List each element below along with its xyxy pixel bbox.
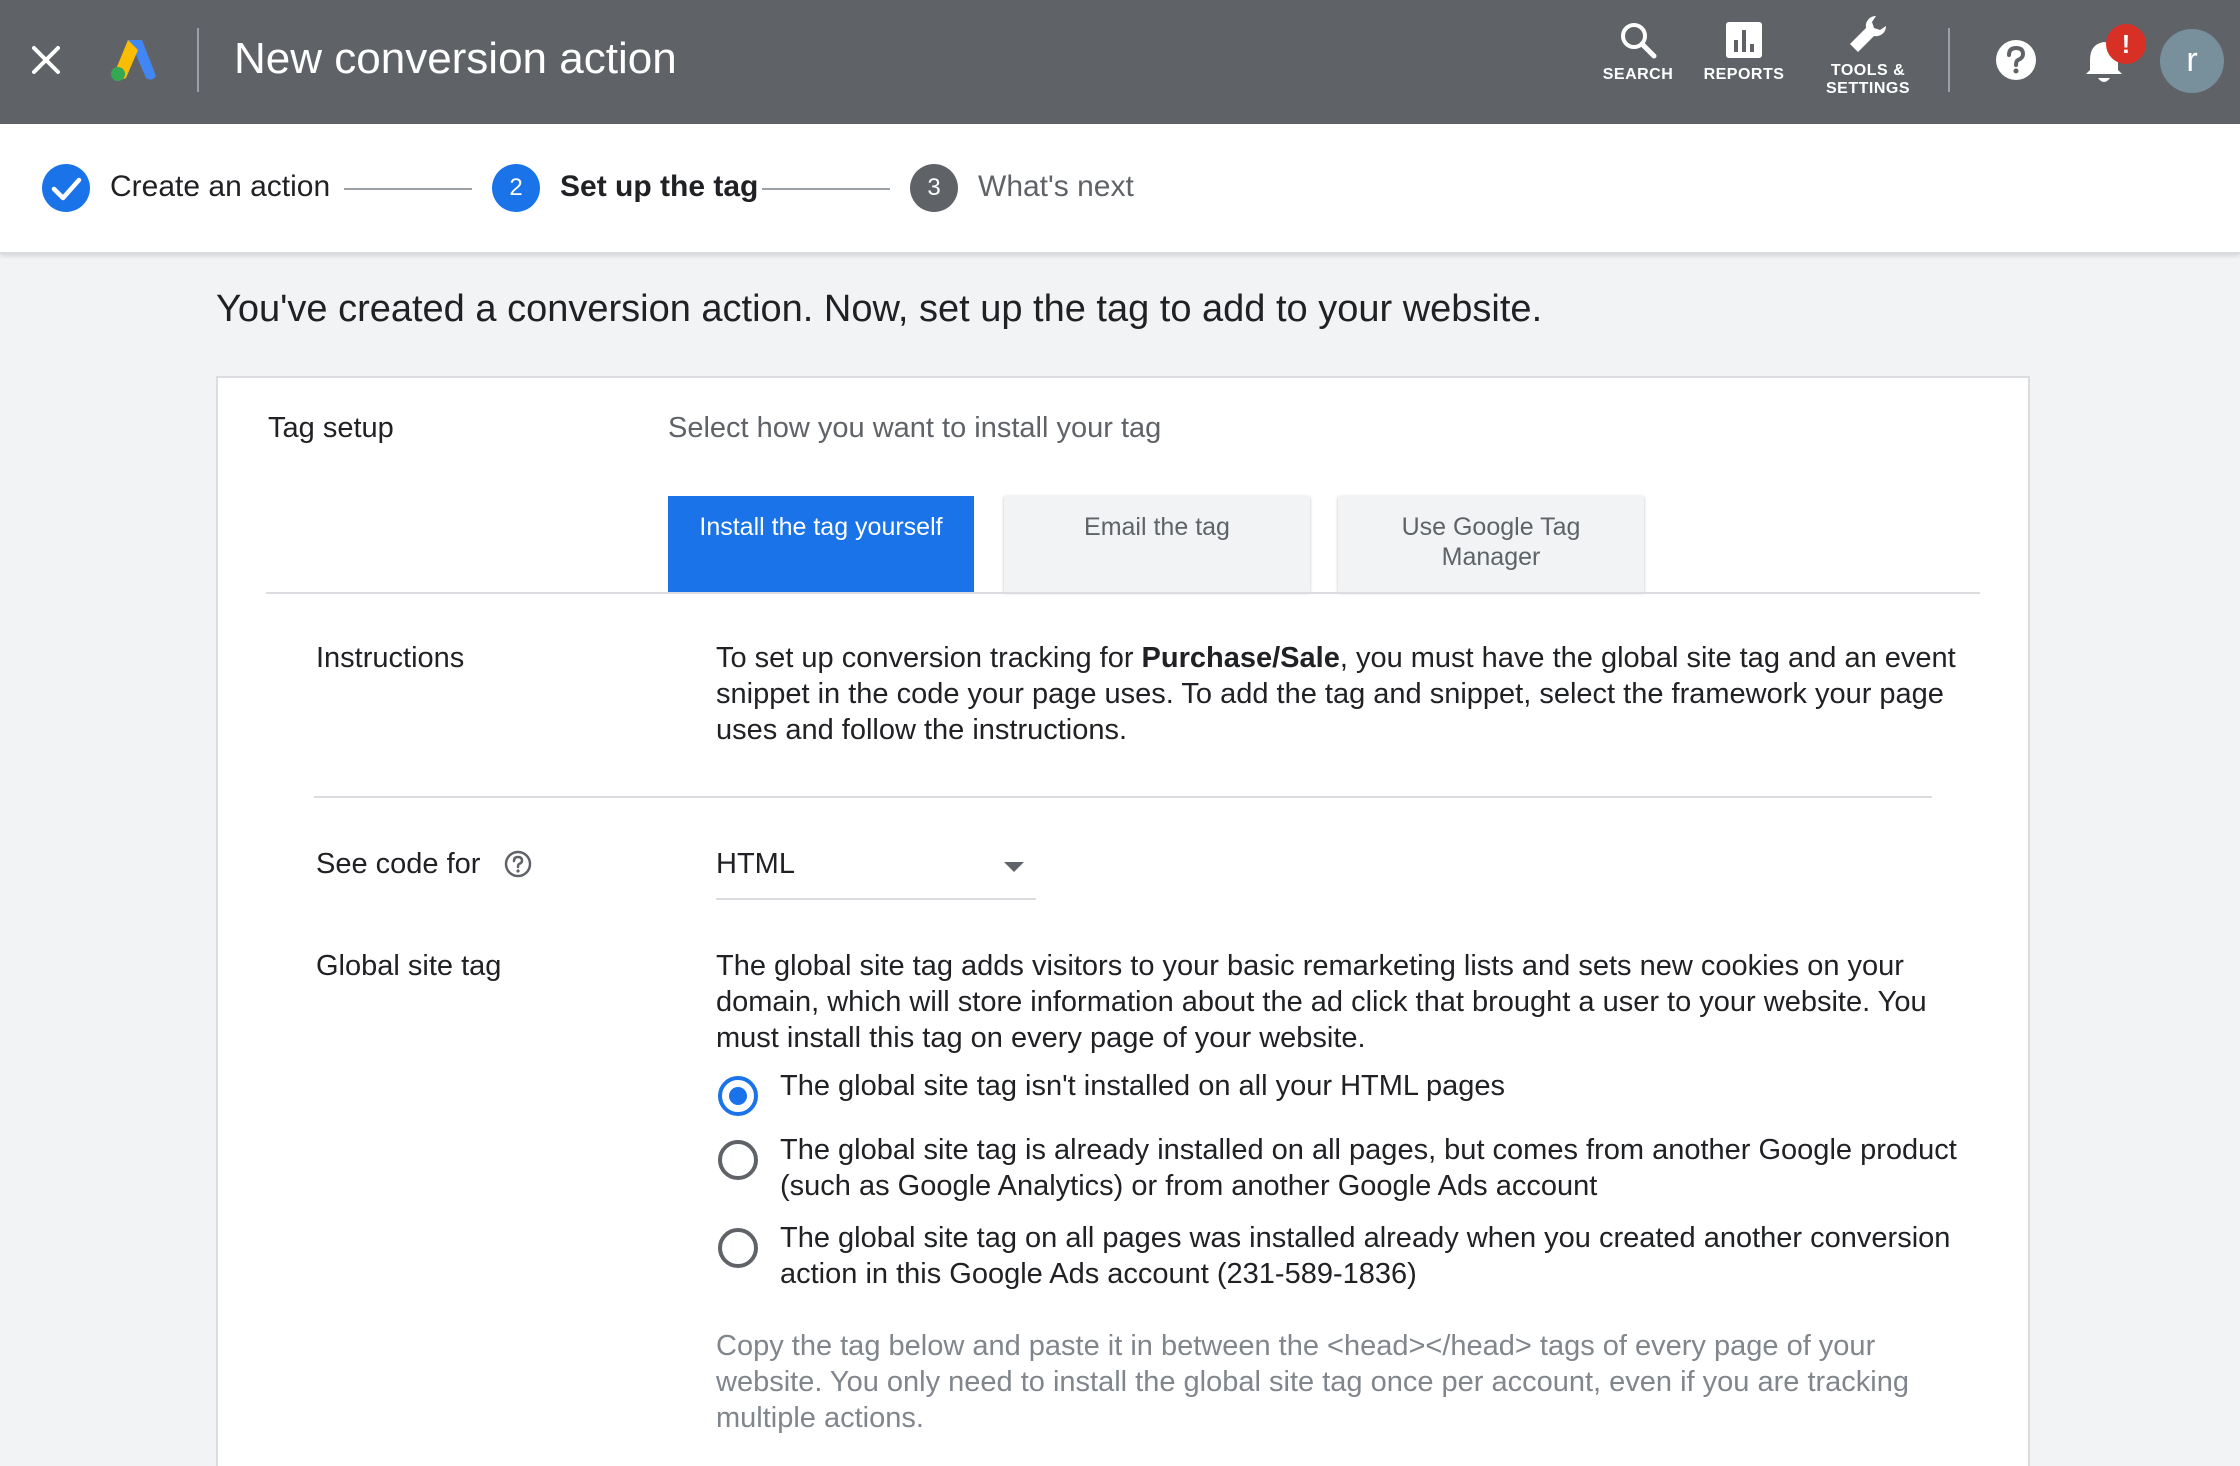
bar-chart-icon	[1726, 22, 1762, 58]
instructions-divider	[314, 796, 1932, 798]
tab-install-yourself[interactable]: Install the tag yourself	[668, 496, 974, 592]
tab-email-tag[interactable]: Email the tag	[1004, 496, 1310, 592]
framework-select[interactable]: HTML	[716, 840, 1036, 900]
check-icon	[51, 177, 82, 201]
dropdown-arrow-icon	[1004, 862, 1024, 872]
tab-gtm-label-line1: Use Google Tag	[1401, 513, 1581, 541]
step-3-label: What's next	[978, 170, 1134, 203]
instructions-text: To set up conversion tracking for Purcha…	[716, 642, 1956, 746]
tab-gtm-label-line2: Manager	[1441, 543, 1541, 571]
main-heading: You've created a conversion action. Now,…	[216, 288, 1543, 330]
search-button[interactable]: SEARCH	[1598, 20, 1678, 84]
conversion-action-name: Purchase/Sale	[1141, 642, 1340, 674]
tab-email-tag-label: Email the tag	[1084, 513, 1230, 541]
avatar[interactable]: r	[2160, 29, 2224, 93]
tag-setup-hint: Select how you want to install your tag	[668, 412, 1162, 444]
step-2-number: 2	[492, 164, 540, 212]
framework-select-value: HTML	[716, 848, 795, 880]
wrench-icon	[1850, 15, 1887, 52]
global-site-tag-description: The global site tag adds visitors to you…	[716, 950, 1927, 1054]
stepper: Create an action 2 Set up the tag 3 What…	[0, 124, 2240, 254]
step-connector-1	[344, 188, 472, 190]
tag-setup-label: Tag setup	[268, 412, 394, 444]
see-code-for-label: See code for	[316, 848, 533, 881]
notification-badge: !	[2106, 24, 2146, 64]
copy-tag-note: Copy the tag below and paste it in betwe…	[716, 1330, 1909, 1434]
instructions-label: Instructions	[316, 642, 465, 674]
tab-google-tag-manager[interactable]: Use Google Tag Manager	[1338, 496, 1644, 592]
radio-installed-other-product-label[interactable]: The global site tag is already installed…	[780, 1132, 1980, 1204]
top-app-bar: New conversion action SEARCH REPORTS TOO…	[0, 0, 2240, 124]
search-label: SEARCH	[1602, 66, 1674, 83]
global-site-tag-label: Global site tag	[316, 950, 502, 982]
tab-install-yourself-label: Install the tag yourself	[699, 513, 943, 541]
help-icon[interactable]	[1994, 38, 2038, 82]
step-1-check-icon	[42, 164, 90, 212]
radio-not-installed-label[interactable]: The global site tag isn't installed on a…	[780, 1068, 1980, 1104]
google-ads-logo	[111, 40, 156, 81]
header-divider	[197, 28, 199, 92]
help-outline-icon[interactable]	[503, 849, 533, 879]
close-icon[interactable]	[26, 40, 66, 80]
step-3-number: 3	[910, 164, 958, 212]
radio-installed-other-product[interactable]	[718, 1140, 758, 1180]
reports-button[interactable]: REPORTS	[1700, 20, 1788, 84]
reports-label: REPORTS	[1703, 66, 1785, 83]
step-connector-2	[762, 188, 890, 190]
page-title: New conversion action	[234, 34, 677, 83]
tools-settings-button[interactable]: TOOLS & SETTINGS	[1818, 12, 1918, 98]
tools-label-line1: TOOLS &	[1830, 62, 1906, 79]
header-divider-2	[1948, 28, 1950, 92]
tools-label-line2: SETTINGS	[1825, 80, 1910, 97]
radio-installed-this-account[interactable]	[718, 1228, 758, 1268]
step-1-label: Create an action	[110, 170, 331, 203]
step-2-label: Set up the tag	[560, 170, 759, 203]
search-icon	[1621, 23, 1657, 59]
tabs-divider	[266, 592, 1980, 594]
radio-installed-this-account-label[interactable]: The global site tag on all pages was ins…	[780, 1220, 1980, 1292]
tag-setup-card: Tag setup Select how you want to install…	[216, 376, 2030, 1466]
radio-not-installed[interactable]	[718, 1076, 758, 1116]
